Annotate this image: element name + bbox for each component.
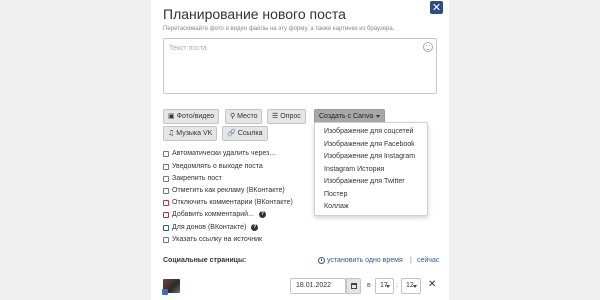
help-icon[interactable]: ?: [258, 211, 266, 218]
menu-item-collage[interactable]: Коллаж: [324, 203, 349, 210]
time-colon: :: [396, 282, 398, 289]
checkbox[interactable]: [163, 150, 169, 157]
music-vk-button[interactable]: ♫ Музыка VK: [163, 126, 218, 141]
checkbox[interactable]: [163, 163, 169, 170]
checkbox[interactable]: [163, 175, 169, 182]
donors-checkbox[interactable]: Для донов (ВКонтакте) ?: [163, 224, 259, 231]
minute-select[interactable]: 12: [401, 278, 421, 294]
separator: |: [410, 257, 412, 264]
menu-item-twitter-image[interactable]: Изображение для Twitter: [324, 178, 405, 185]
checkbox[interactable]: [163, 187, 169, 194]
chevron-down-icon: [386, 285, 390, 288]
source-link-checkbox[interactable]: Указать ссылку на источник: [163, 236, 262, 243]
auto-delete-checkbox[interactable]: Автоматически удалить через...: [163, 150, 275, 157]
menu-item-poster[interactable]: Постер: [324, 191, 347, 198]
hour-select[interactable]: 17: [375, 278, 394, 294]
place-button[interactable]: ⚲ Место: [225, 109, 263, 124]
list-icon: ☰: [272, 112, 279, 120]
photo-video-button[interactable]: ▣ Фото/видео: [163, 109, 220, 124]
notify-checkbox[interactable]: Уведомлять о выходе поста: [163, 163, 263, 170]
post-text-placeholder: Текст поста: [169, 45, 207, 52]
social-pages-label: Социальные страницы:: [163, 257, 247, 264]
map-marker-icon: ⚲: [230, 112, 236, 120]
image-icon: ▣: [168, 112, 175, 120]
mark-as-ad-checkbox[interactable]: Отметить как рекламу (ВКонтакте): [163, 187, 285, 194]
menu-item-instagram-image[interactable]: Изображение для Instagram: [324, 153, 415, 160]
checkbox[interactable]: [163, 236, 169, 243]
pin-post-checkbox[interactable]: Закрепить пост: [163, 175, 222, 182]
drag-drop-hint: Перетаскивайте фото и видео файлы на эту…: [163, 26, 395, 32]
calendar-button[interactable]: [346, 278, 361, 294]
dialog-title: Планирование нового поста: [163, 6, 346, 22]
menu-item-facebook-image[interactable]: Изображение для Facebook: [324, 141, 415, 148]
disable-comments-checkbox[interactable]: Отключить комментарии (ВКонтакте): [163, 199, 293, 206]
close-button[interactable]: ✕: [430, 1, 443, 14]
calendar-icon: [350, 283, 357, 289]
now-link[interactable]: сейчас: [417, 257, 439, 264]
add-comment-checkbox[interactable]: Добавить комментарий... ?: [163, 211, 266, 218]
checkbox[interactable]: [163, 224, 169, 231]
chevron-down-icon: [376, 115, 381, 118]
menu-item-instagram-story[interactable]: Instagram История: [324, 166, 384, 173]
link-icon: 🔗: [227, 129, 236, 137]
poll-button[interactable]: ☰ Опрос: [267, 109, 306, 124]
clock-icon: [318, 257, 325, 264]
at-label: в: [367, 282, 371, 289]
help-icon[interactable]: ?: [251, 224, 259, 231]
link-button[interactable]: 🔗 Ссылка: [222, 126, 268, 141]
music-icon: ♫: [168, 129, 175, 137]
checkbox[interactable]: [163, 211, 169, 218]
vk-badge-icon: [162, 289, 168, 295]
canva-dropdown-menu: Изображение для соцсетей Изображение для…: [314, 122, 428, 216]
set-one-time-link[interactable]: установить одно время: [318, 257, 403, 264]
checkbox[interactable]: [163, 199, 169, 206]
emoji-icon[interactable]: [423, 42, 433, 52]
remove-page-button[interactable]: ✕: [428, 279, 436, 290]
chevron-down-icon: [413, 285, 417, 288]
date-input[interactable]: 18.01.2022: [290, 278, 346, 294]
post-text-input[interactable]: Текст поста: [163, 38, 437, 94]
menu-item-social-image[interactable]: Изображение для соцсетей: [324, 128, 413, 135]
